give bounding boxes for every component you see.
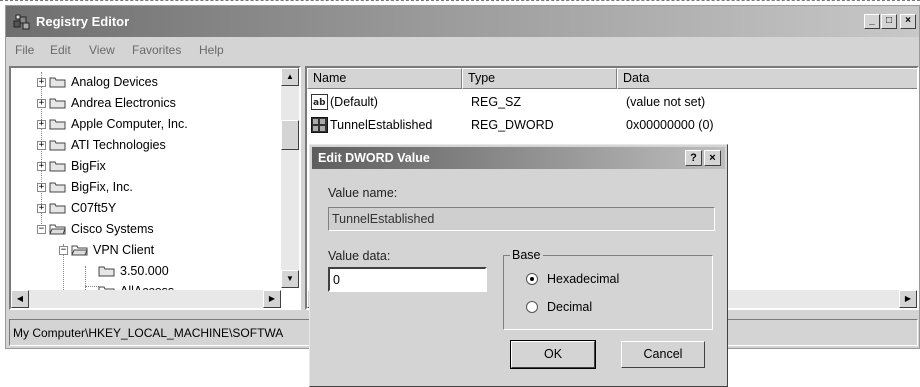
tree-item-label: Cisco Systems (71, 222, 154, 236)
folder-icon (49, 98, 66, 109)
close-button[interactable]: × (900, 14, 916, 29)
menu-edit[interactable]: Edit (50, 43, 71, 57)
scroll-right-arrow-icon[interactable]: ▶ (263, 290, 281, 308)
tree-horizontal-scrollbar[interactable]: ◀ ▶ (11, 290, 281, 308)
svg-text:ab: ab (313, 98, 326, 108)
folder-icon (49, 119, 66, 130)
scroll-down-arrow-icon[interactable]: ▼ (281, 270, 299, 288)
menu-view[interactable]: View (89, 43, 115, 57)
string-value-icon: ab (311, 94, 328, 110)
dialog-title-bar[interactable]: Edit DWORD Value ? × (312, 147, 725, 169)
column-header-data[interactable]: Data (617, 68, 917, 89)
radio-unselected-icon[interactable] (526, 301, 538, 313)
expand-toggle[interactable]: + (37, 140, 46, 150)
expand-toggle[interactable]: + (37, 182, 46, 192)
edit-dword-dialog: Edit DWORD Value ? × Value name: TunnelE… (309, 144, 728, 387)
tree-item-label: Apple Computer, Inc. (71, 117, 188, 131)
expand-toggle[interactable]: + (37, 98, 46, 108)
base-group: Base Hexadecimal Decimal (503, 248, 713, 330)
value-data: (value not set) (626, 95, 706, 109)
value-data-input[interactable] (328, 267, 487, 292)
radio-selected-icon[interactable] (526, 273, 538, 285)
collapse-toggle[interactable]: − (37, 224, 46, 234)
folder-icon (49, 203, 66, 214)
tree-item-label: C07ft5Y (71, 201, 117, 215)
menu-file[interactable]: File (15, 43, 34, 57)
value-data: 0x00000000 (0) (626, 118, 714, 132)
menu-help[interactable]: Help (199, 43, 224, 57)
value-name: TunnelEstablished (330, 118, 433, 132)
scroll-up-arrow-icon[interactable]: ▲ (281, 68, 299, 86)
radio-label: Decimal (547, 300, 593, 314)
tree-item[interactable]: − Cisco Systems (37, 219, 154, 239)
column-header-name[interactable]: Name (307, 68, 462, 89)
tree-vertical-scrollbar[interactable]: ▲ ▼ (281, 68, 299, 288)
dialog-close-button[interactable]: × (704, 150, 721, 166)
maximize-button[interactable]: □ (881, 14, 897, 29)
window-title: Registry Editor (36, 14, 130, 29)
list-row[interactable]: ab (Default) REG_SZ (value not set) (311, 91, 911, 113)
folder-icon (49, 140, 66, 151)
tree-item[interactable]: + BigFix, Inc. (37, 177, 133, 197)
expand-toggle[interactable]: + (37, 119, 46, 129)
folder-icon (98, 266, 115, 277)
expand-toggle[interactable]: + (37, 203, 46, 213)
binary-value-icon (311, 117, 328, 133)
radio-decimal[interactable]: Decimal (526, 300, 592, 314)
folder-icon (49, 182, 66, 193)
registry-key-tree[interactable]: + Analog Devices + Andrea Electronics + … (9, 66, 301, 310)
expand-toggle[interactable]: + (37, 77, 46, 87)
dialog-title: Edit DWORD Value (318, 151, 430, 165)
tree-item[interactable]: + Apple Computer, Inc. (37, 114, 188, 134)
value-type: REG_DWORD (471, 118, 554, 132)
tree-guide-line (85, 286, 99, 287)
scroll-left-arrow-icon[interactable]: ◀ (11, 290, 29, 308)
radio-label: Hexadecimal (547, 272, 620, 286)
open-folder-icon (71, 245, 88, 256)
title-bar[interactable]: Registry Editor _ □ × (6, 6, 919, 37)
tree-item[interactable]: + Analog Devices (37, 72, 158, 92)
folder-icon (49, 161, 66, 172)
help-button[interactable]: ? (685, 150, 702, 166)
tree-item[interactable]: + BigFix (37, 156, 106, 176)
registry-app-icon (13, 14, 30, 30)
tree-item-label: 3.50.000 (120, 264, 169, 278)
tree-item-label: BigFix, Inc. (71, 180, 133, 194)
menu-bar: File Edit View Favorites Help (6, 37, 919, 63)
ok-button[interactable]: OK (510, 340, 596, 369)
menu-favorites[interactable]: Favorites (132, 43, 181, 57)
open-folder-icon (49, 224, 66, 235)
scroll-thumb[interactable] (281, 120, 299, 150)
collapse-toggle[interactable]: − (59, 245, 68, 255)
radio-hexadecimal[interactable]: Hexadecimal (526, 272, 619, 286)
value-name-label: Value name: (328, 186, 398, 200)
expand-toggle[interactable]: + (37, 161, 46, 171)
tree-item[interactable]: − VPN Client (59, 240, 154, 260)
tree-item[interactable]: + ATI Technologies (37, 135, 166, 155)
value-data-label: Value data: (328, 249, 391, 263)
tree-item[interactable]: 3.50.000 (98, 261, 169, 281)
cancel-button[interactable]: Cancel (621, 341, 705, 368)
value-name-field: TunnelEstablished (328, 207, 715, 231)
scroll-right-arrow-icon[interactable]: ▶ (899, 290, 917, 308)
base-group-label: Base (510, 248, 543, 262)
screen-edge-divider (0, 0, 920, 3)
tree-item[interactable]: + C07ft5Y (37, 198, 116, 218)
folder-icon (49, 77, 66, 88)
tree-item-label: BigFix (71, 159, 106, 173)
tree-item[interactable]: + Andrea Electronics (37, 93, 176, 113)
tree-item-label: Analog Devices (71, 75, 158, 89)
minimize-button[interactable]: _ (864, 14, 880, 29)
value-name: (Default) (330, 95, 378, 109)
tree-item-label: VPN Client (93, 243, 155, 257)
list-row[interactable]: TunnelEstablished REG_DWORD 0x00000000 (… (311, 114, 911, 136)
tree-item-label: ATI Technologies (71, 138, 166, 152)
value-type: REG_SZ (471, 95, 522, 109)
column-header-type[interactable]: Type (462, 68, 617, 89)
tree-item-label: Andrea Electronics (71, 96, 176, 110)
